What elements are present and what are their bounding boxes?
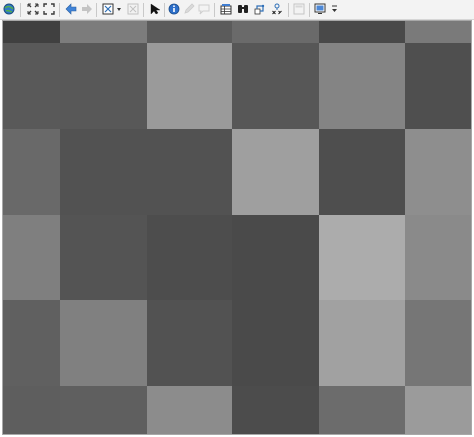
raster-cell (232, 129, 319, 215)
raster-cell (232, 21, 319, 43)
toolbar-separator (309, 3, 310, 17)
raster-cell (60, 300, 147, 386)
raster-cell (60, 129, 147, 215)
comment-icon[interactable] (197, 2, 211, 16)
dropdown-arrow-icon[interactable] (115, 2, 121, 16)
raster-cell (147, 300, 232, 386)
raster-cell (147, 21, 232, 43)
clear-selection-icon[interactable] (126, 2, 140, 16)
info-icon[interactable] (167, 2, 181, 16)
toolbar-separator (288, 3, 289, 17)
raster-cell (232, 300, 319, 386)
toolbar-separator (20, 3, 21, 17)
forward-arrow-icon[interactable] (80, 2, 94, 16)
toolbar-separator (214, 3, 215, 17)
app-window (0, 0, 474, 437)
raster-cell (232, 43, 319, 129)
raster-cell (60, 215, 147, 300)
overflow-icon[interactable] (329, 2, 338, 16)
raster-cell (3, 43, 60, 129)
full-extent-icon[interactable] (26, 2, 40, 16)
raster-cell (3, 300, 60, 386)
raster-cell (319, 386, 405, 434)
raster-cell (319, 215, 405, 300)
raster-cell (147, 215, 232, 300)
raster-cell (405, 129, 471, 215)
raster-cell (3, 21, 60, 43)
back-arrow-icon[interactable] (64, 2, 78, 16)
pointer-icon[interactable] (148, 2, 162, 16)
window-icon[interactable] (292, 2, 306, 16)
raster-cell (3, 386, 60, 434)
toolbar-separator (59, 3, 60, 17)
raster-cell (147, 386, 232, 434)
raster-cell (319, 300, 405, 386)
raster-cell (405, 215, 471, 300)
raster-cell (147, 129, 232, 215)
raster-cell (147, 43, 232, 129)
table-icon[interactable] (219, 2, 233, 16)
raster-cell (232, 386, 319, 434)
layer-select-icon[interactable] (101, 2, 115, 16)
raster-cell (319, 21, 405, 43)
toolbar-separator (164, 3, 165, 17)
raster-cell (405, 43, 471, 129)
toolbar-separator (143, 3, 144, 17)
raster-cell (405, 300, 471, 386)
toolbar-separator (96, 3, 97, 17)
raster-cell (3, 129, 60, 215)
globe-icon[interactable] (2, 2, 16, 16)
map-toolbar (0, 0, 474, 20)
edit-pencil-icon[interactable] (182, 2, 196, 16)
binoculars-icon[interactable] (236, 2, 250, 16)
screen-icon[interactable] (313, 2, 327, 16)
raster-cell (3, 215, 60, 300)
xy-icon[interactable] (270, 2, 284, 16)
raster-cell (405, 386, 471, 434)
raster-cell (319, 43, 405, 129)
route-icon[interactable] (253, 2, 267, 16)
raster-cell (319, 129, 405, 215)
raster-cell (232, 215, 319, 300)
zoom-extent-icon[interactable] (42, 2, 56, 16)
raster-map-view[interactable] (2, 20, 472, 435)
raster-cell (405, 21, 471, 43)
raster-cell (60, 386, 147, 434)
raster-cell (60, 21, 147, 43)
raster-cell (60, 43, 147, 129)
